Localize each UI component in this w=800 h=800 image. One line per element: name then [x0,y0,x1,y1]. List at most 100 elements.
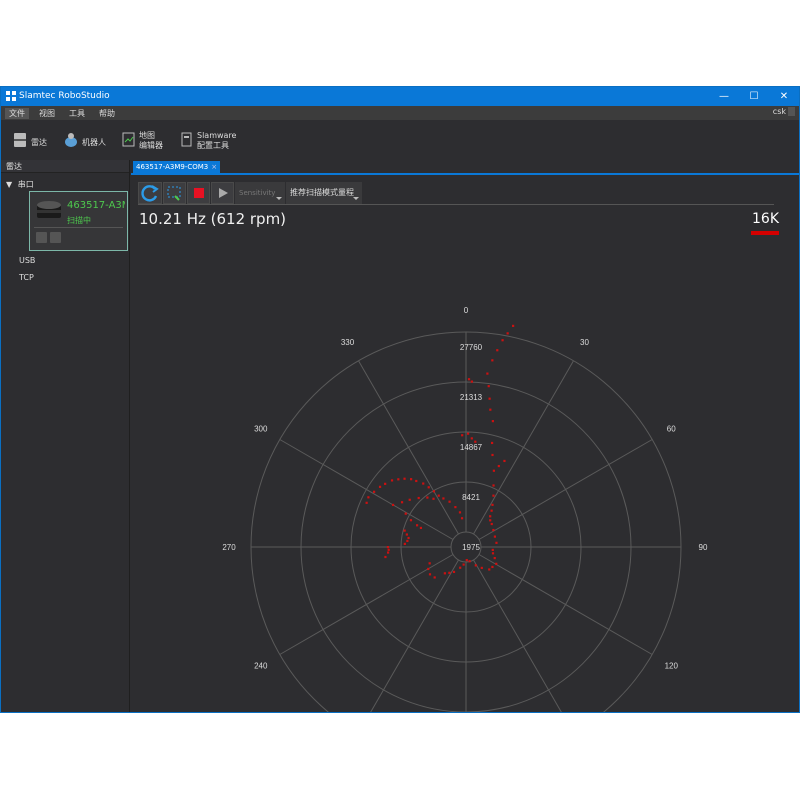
robot-button[interactable]: 机器人 [64,128,109,154]
scan-range-label: 推荐扫描模式量程 [290,188,354,197]
scan-point-87 [503,460,505,462]
scan-point-6 [433,490,435,492]
scan-point-9 [415,480,417,482]
angle-label-120: 120 [665,662,679,671]
device-status: 扫描中 [67,215,91,226]
refresh-icon [139,183,161,203]
scan-point-42 [444,572,446,574]
scan-point-85 [468,378,470,380]
menu-view[interactable]: 视图 [39,108,55,119]
sample-rate-indicator [751,231,779,235]
angle-label-330: 330 [341,338,355,347]
expand-arrow-icon: ▼ [6,180,12,189]
scan-point-26 [410,519,412,521]
scan-point-84 [471,381,473,383]
menu-file[interactable]: 文件 [5,108,29,119]
close-button[interactable]: ✕ [769,87,799,106]
scan-point-21 [409,499,411,501]
scan-point-64 [491,504,493,506]
angle-label-60: 60 [667,425,676,434]
scan-point-44 [453,571,455,573]
grid-spoke-240 [280,555,453,655]
scan-point-13 [391,479,393,481]
scan-point-58 [494,536,496,538]
scan-point-4 [442,497,444,499]
refresh-button[interactable] [138,182,162,204]
map-editor-button[interactable]: 地图 编辑器 [122,128,167,154]
device-sidebar: 雷达 ᵖ × ▼ 串口 463517-A3M9 扫描中 USB TCP [1,160,130,712]
menu-help[interactable]: 帮助 [99,108,115,119]
slamware-label-line1: Slamware [197,131,236,140]
scan-point-66 [492,484,494,486]
polar-grid [251,332,681,712]
radial-label-21313: 21313 [460,393,483,402]
scan-point-14 [384,483,386,485]
grid-spoke-150 [474,560,574,712]
play-button[interactable] [211,182,234,204]
scan-point-36 [387,551,389,553]
map-editor-label-line1: 地图 [139,131,155,140]
scan-point-86 [498,465,500,467]
sidebar-close-icon[interactable]: × [6,160,126,169]
user-dropdown-icon [788,107,795,116]
device-card[interactable]: 463517-A3M9 扫描中 [29,191,128,251]
tab-close-icon[interactable]: × [211,163,217,171]
scan-point-48 [469,560,471,562]
map-editor-icon [122,132,136,148]
sensitivity-dropdown[interactable]: Sensitivity [235,182,285,204]
window-title: Slamtec RoboStudio [19,91,110,101]
scan-point-18 [366,502,368,504]
tab-bar: 463517-A3M9-COM3× [131,160,799,175]
lidar-button[interactable]: 雷达 [13,128,53,154]
scan-point-73 [488,385,490,387]
scan-point-80 [474,441,476,443]
scan-point-59 [492,529,494,531]
settings-icon[interactable] [36,232,47,243]
menu-tools[interactable]: 工具 [69,108,85,119]
scan-point-51 [488,568,490,570]
toolbar: 雷达 机器人 地图 编辑器 Slamware 配置工具 [1,120,799,160]
scan-point-0 [461,517,463,519]
scan-point-24 [432,498,434,500]
scan-point-70 [492,420,494,422]
title-bar[interactable]: Slamtec RoboStudio — ☐ ✕ [1,87,799,106]
scan-point-19 [392,504,394,506]
tree-usb[interactable]: USB [19,256,35,265]
card-divider [34,227,123,228]
scan-point-53 [495,563,497,565]
scan-range-chevron-icon [353,197,359,200]
tree-tcp[interactable]: TCP [19,273,34,282]
scan-point-79 [512,325,514,327]
scan-point-29 [404,530,406,532]
scan-point-38 [429,562,431,564]
scan-point-2 [454,506,456,508]
slamware-label-line2: 配置工具 [197,141,229,150]
user-menu[interactable]: csk [773,107,795,116]
device-name: 463517-A3M9 [67,200,125,211]
firmware-icon[interactable] [50,232,61,243]
scan-point-27 [416,524,418,526]
scan-point-43 [448,572,450,574]
serial-label: 串口 [18,180,34,189]
scan-mode-button[interactable] [163,182,186,204]
controls-divider [138,204,774,205]
scan-point-63 [491,510,493,512]
scan-range-dropdown[interactable]: 推荐扫描模式量程 [286,182,362,204]
tab-device[interactable]: 463517-A3M9-COM3× [133,161,220,173]
tree-serial[interactable]: ▼ 串口 [6,179,34,190]
slamware-config-button[interactable]: Slamware 配置工具 [181,128,236,154]
scan-point-82 [467,433,469,435]
frequency-readout: 10.21 Hz (612 rpm) [139,210,286,228]
radial-label-14867: 14867 [460,443,483,452]
minimize-button[interactable]: — [709,87,739,106]
stop-button[interactable] [187,182,210,204]
scan-point-17 [367,496,369,498]
scan-point-25 [405,513,407,515]
sidebar-header: 雷达 ᵖ × [1,160,129,173]
scan-point-45 [459,567,461,569]
scan-point-16 [373,491,375,493]
scan-point-76 [496,349,498,351]
maximize-button[interactable]: ☐ [739,87,769,106]
scan-point-23 [426,496,428,498]
robot-icon [64,132,78,148]
